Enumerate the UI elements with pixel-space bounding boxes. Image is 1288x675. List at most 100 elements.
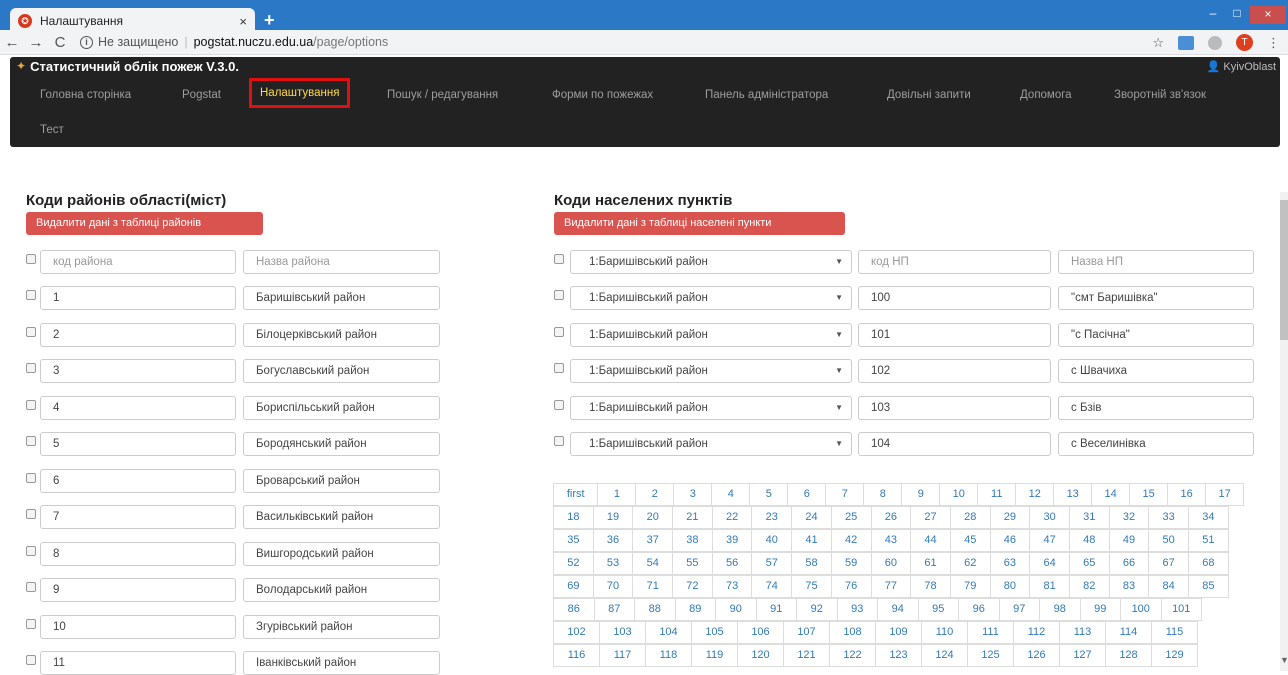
settlement-code-field[interactable]: 102 [858,359,1051,383]
page-link[interactable]: 41 [791,529,832,552]
page-link[interactable]: 38 [672,529,713,552]
window-maximize-button[interactable]: □ [1226,6,1248,20]
page-link[interactable]: 18 [553,506,594,529]
page-link[interactable]: 65 [1068,552,1110,575]
page-link[interactable]: 34 [1188,506,1229,529]
district-row-checkbox[interactable] [26,618,36,629]
page-link[interactable]: 70 [592,575,634,598]
district-row-checkbox[interactable] [26,509,36,519]
district-name-field[interactable]: Бориспільський район [243,395,440,420]
page-link[interactable]: 24 [791,506,832,529]
district-code-field[interactable]: 2 [40,322,236,347]
page-link[interactable]: 35 [553,529,594,552]
back-button[interactable]: ← [0,34,24,51]
page-link[interactable]: 120 [737,644,784,667]
nav-help[interactable]: Допомога [1020,89,1072,101]
page-link[interactable]: 13 [1053,483,1093,506]
page-link[interactable]: 30 [1029,506,1070,529]
page-link[interactable]: 44 [910,529,951,552]
page-link[interactable]: 78 [910,575,951,598]
page-link[interactable]: 64 [1029,552,1070,575]
settlement-name-field[interactable]: с Швачиха [1058,359,1254,383]
scroll-down-arrow-icon[interactable]: ▼ [1280,655,1288,665]
settlement-district-select[interactable]: 1:Баришівський район ▼ [570,395,852,420]
page-link[interactable]: 3 [673,483,713,506]
nav-test[interactable]: Тест [40,124,64,136]
page-link[interactable]: 88 [634,598,676,621]
district-name-field[interactable]: Володарський район [243,578,440,602]
page-link[interactable]: 59 [830,552,872,575]
page-link[interactable]: 26 [870,506,912,529]
page-link[interactable]: 27 [910,506,951,529]
district-row-checkbox[interactable] [26,290,36,300]
page-link[interactable]: 98 [1039,598,1081,621]
page-link[interactable]: 91 [755,598,797,621]
district-name-field[interactable]: Богуславський район [243,359,440,383]
scrollbar-thumb[interactable] [1280,200,1288,340]
district-row-checkbox[interactable] [26,545,36,556]
settlement-name-field[interactable]: "с Пасічна" [1058,322,1254,347]
page-link[interactable]: 79 [949,575,991,598]
page-link[interactable]: 12 [1015,483,1055,506]
page-link[interactable]: 80 [989,575,1031,598]
page-link[interactable]: 124 [921,644,968,667]
settlement-row-checkbox[interactable] [554,326,564,337]
page-link[interactable]: 129 [1151,644,1198,667]
district-name-field[interactable]: Васильківський район [243,505,440,529]
page-link[interactable]: 19 [592,506,634,529]
district-name-field[interactable]: Іванківський район [243,651,440,675]
settlement-name-field[interactable]: "смт Баришівка" [1058,286,1254,310]
page-link[interactable]: 42 [830,529,872,552]
page-link[interactable]: 104 [645,621,692,644]
page-link[interactable]: 84 [1148,575,1189,598]
nav-admin-panel[interactable]: Панель адміністратора [705,89,828,101]
district-code-field[interactable]: 9 [40,578,236,602]
page-link[interactable]: 63 [989,552,1031,575]
page-link[interactable]: 125 [967,644,1014,667]
district-code-field[interactable]: 7 [40,505,236,529]
page-link[interactable]: 46 [989,529,1031,552]
page-link[interactable]: 96 [958,598,1000,621]
district-row-checkbox[interactable] [26,655,36,665]
nav-home[interactable]: Головна сторінка [40,89,131,101]
district-name-field[interactable]: Броварський район [243,468,440,493]
page-link[interactable]: 66 [1108,552,1150,575]
page-link[interactable]: 25 [830,506,872,529]
district-select[interactable]: 1:Баришівський район ▼ [570,250,852,274]
page-link[interactable]: 57 [751,552,793,575]
district-checkbox[interactable] [26,254,36,264]
page-link[interactable]: 4 [711,483,751,506]
nav-search-edit[interactable]: Пошук / редагування [387,89,498,101]
address-bar[interactable]: i Не защищено | pogstat.nuczu.edu.ua /pa… [80,35,388,49]
page-link[interactable]: 121 [783,644,830,667]
page-link[interactable]: 101 [1160,598,1202,621]
page-link[interactable]: 49 [1108,529,1150,552]
page-link[interactable]: 21 [672,506,713,529]
page-link[interactable]: 16 [1167,483,1207,506]
page-link[interactable]: 95 [917,598,959,621]
settlement-district-select[interactable]: 1:Баришівський район ▼ [570,359,852,383]
settlement-row-checkbox[interactable] [554,363,564,373]
district-name-field[interactable]: Баришівський район [243,286,440,310]
settlement-code-field[interactable]: 104 [858,432,1051,456]
extension-icon[interactable] [1208,35,1222,50]
page-link[interactable]: 17 [1205,483,1245,506]
settlement-code-field[interactable]: 101 [858,322,1051,347]
page-link[interactable]: 103 [599,621,646,644]
page-link[interactable]: 85 [1188,575,1229,598]
page-link[interactable]: 116 [553,644,600,667]
new-tab-button[interactable]: + [264,10,275,31]
page-link[interactable]: 105 [691,621,738,644]
page-link[interactable]: 122 [829,644,876,667]
page-link[interactable]: 15 [1129,483,1169,506]
delete-settlements-button[interactable]: Видалити дані з таблиці населені пункти [554,212,845,235]
page-link[interactable]: 106 [737,621,784,644]
page-link[interactable]: 52 [553,552,594,575]
page-link[interactable]: 123 [875,644,922,667]
district-code-field[interactable]: 3 [40,359,236,383]
page-link[interactable]: 99 [1079,598,1121,621]
page-link[interactable]: 54 [632,552,674,575]
settlement-code-field[interactable]: 100 [858,286,1051,310]
page-link[interactable]: 107 [783,621,830,644]
info-icon[interactable]: i [80,35,93,49]
